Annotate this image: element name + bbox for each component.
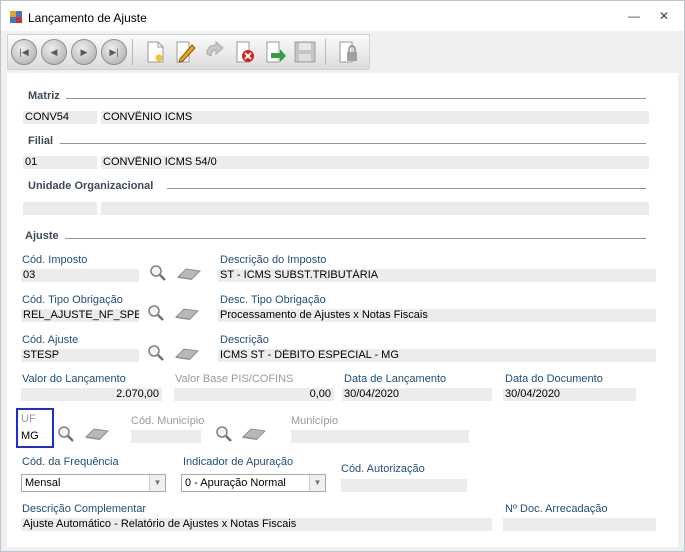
uf-label: UF (21, 413, 36, 425)
cod-autorizacao-label: Cód. Autorização (341, 463, 425, 475)
municipio-label: Município (291, 415, 339, 427)
valor-base-label: Valor Base PIS/COFINS (175, 373, 294, 385)
desc-imposto-label: Descrição do Imposto (220, 254, 327, 266)
cod-frequencia-label: Cód. da Frequência (22, 456, 119, 468)
desc-complementar-field[interactable]: Ajuste Automático - Relatório de Ajustes… (21, 518, 492, 531)
section-ajuste: Ajuste (25, 230, 59, 242)
search-icon[interactable] (149, 264, 167, 282)
frequencia-value: Mensal (25, 477, 61, 489)
doc-arrecadacao-field[interactable] (503, 518, 656, 531)
cod-tipo-obrigacao-label: Cód. Tipo Obrigação (22, 294, 123, 306)
new-icon[interactable] (142, 39, 168, 65)
data-documento-field[interactable]: 30/04/2020 (503, 388, 636, 401)
valor-lancamento-label: Valor do Lançamento (22, 373, 126, 385)
edit-icon[interactable] (172, 39, 198, 65)
title-bar: Lançamento de Ajuste — ✕ (1, 1, 684, 31)
section-divider (65, 238, 646, 239)
search-icon[interactable] (57, 425, 75, 443)
section-divider (167, 188, 646, 189)
cod-autorizacao-field[interactable] (341, 479, 467, 492)
section-matriz: Matriz (28, 90, 60, 102)
cod-imposto-field[interactable]: 03 (21, 269, 139, 282)
clear-icon[interactable] (174, 307, 200, 321)
search-icon[interactable] (215, 425, 233, 443)
search-icon[interactable] (147, 304, 165, 322)
toolbar: |◀ ◀ ▶ ▶| (7, 34, 370, 70)
clear-icon[interactable] (174, 347, 200, 361)
confirm-icon[interactable] (262, 39, 288, 65)
chevron-down-icon[interactable]: ▼ (149, 475, 165, 491)
descricao-label: Descrição (220, 334, 269, 346)
desc-tipo-obrigacao-label: Desc. Tipo Obrigação (220, 294, 326, 306)
cod-municipio-label: Cód. Município (131, 415, 205, 427)
section-unidade: Unidade Organizacional (28, 180, 154, 192)
chevron-down-icon[interactable]: ▼ (309, 475, 325, 491)
municipio-field (291, 430, 469, 443)
clear-icon[interactable] (176, 267, 202, 281)
first-icon[interactable]: |◀ (11, 39, 37, 65)
lock-icon[interactable] (335, 39, 361, 65)
clear-icon[interactable] (241, 427, 267, 441)
toolbar-separator (325, 39, 326, 65)
search-icon[interactable] (147, 344, 165, 362)
cod-imposto-label: Cód. Imposto (22, 254, 88, 266)
next-icon[interactable]: ▶ (71, 39, 97, 65)
previous-icon[interactable]: ◀ (41, 39, 67, 65)
unidade-name-field (101, 202, 649, 215)
desc-complementar-label: Descrição Complementar (22, 503, 147, 515)
doc-arrecadacao-label: Nº Doc. Arrecadação (505, 503, 608, 515)
section-filial: Filial (28, 135, 54, 147)
matriz-code-field[interactable]: CONV54 (23, 111, 97, 124)
cod-ajuste-label: Cód. Ajuste (22, 334, 79, 346)
save-icon[interactable] (292, 39, 318, 65)
window: Lançamento de Ajuste — ✕ |◀ ◀ ▶ ▶| Matri… (0, 0, 685, 552)
cod-tipo-obrigacao-field[interactable]: REL_AJUSTE_NF_SPEI (21, 309, 139, 322)
matriz-name-field: CONVÊNIO ICMS (101, 111, 649, 124)
data-lancamento-label: Data de Lançamento (344, 373, 447, 385)
form-panel: Matriz CONV54 CONVÊNIO ICMS Filial 01 CO… (7, 73, 678, 547)
filial-code-field[interactable]: 01 (23, 156, 97, 169)
section-divider (60, 143, 646, 144)
clear-icon[interactable] (84, 427, 110, 441)
descricao-field: ICMS ST - DÉBITO ESPECIAL - MG (218, 349, 656, 362)
valor-lancamento-field[interactable]: 2.070,00 (21, 388, 162, 401)
valor-base-field: 0,00 (174, 388, 334, 401)
last-icon[interactable]: ▶| (101, 39, 127, 65)
filial-name-field: CONVÊNIO ICMS 54/0 (101, 156, 649, 169)
indicador-apuracao-label: Indicador de Apuração (183, 456, 294, 468)
window-title: Lançamento de Ajuste (28, 11, 147, 25)
uf-field[interactable]: MG (21, 430, 39, 442)
frequencia-select[interactable]: Mensal ▼ (21, 474, 166, 492)
toolbar-separator (132, 39, 133, 65)
indicador-apuracao-select[interactable]: 0 - Apuração Normal ▼ (181, 474, 326, 492)
app-icon (10, 11, 22, 23)
uf-field-group[interactable]: UF MG (16, 408, 54, 448)
data-lancamento-field[interactable]: 30/04/2020 (342, 388, 492, 401)
desc-imposto-field: ST - ICMS SUBST.TRIBUTÁRIA (218, 269, 656, 282)
unidade-code-field[interactable] (23, 202, 97, 215)
cod-municipio-field (131, 430, 201, 443)
close-button[interactable]: ✕ (656, 9, 672, 23)
data-documento-label: Data do Documento (505, 373, 603, 385)
desc-tipo-obrigacao-field: Processamento de Ajustes x Notas Fiscais (218, 309, 656, 322)
section-divider (66, 98, 646, 99)
undo-icon[interactable] (202, 39, 228, 65)
indicador-apuracao-value: 0 - Apuração Normal (185, 477, 286, 489)
cod-ajuste-field[interactable]: STESP (21, 349, 139, 362)
minimize-button[interactable]: — (626, 9, 642, 23)
delete-icon[interactable] (232, 39, 258, 65)
